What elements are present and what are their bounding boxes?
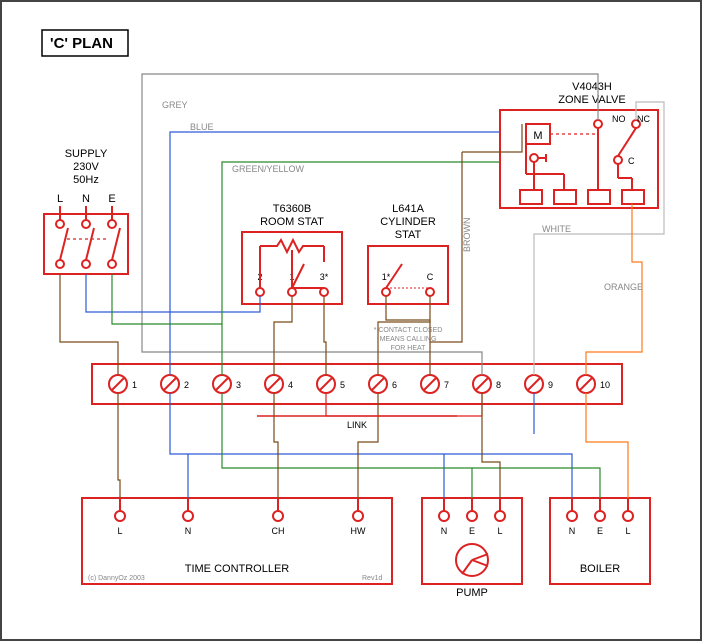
- svg-text:E: E: [597, 526, 603, 536]
- boiler-label: BOILER: [580, 563, 620, 575]
- cyl-stat-label1: CYLINDER: [380, 216, 436, 228]
- zone-valve-nc: NC: [637, 114, 650, 124]
- svg-text:C: C: [427, 272, 434, 282]
- zone-valve-c: C: [628, 156, 635, 166]
- svg-text:BLUE: BLUE: [190, 122, 214, 132]
- svg-text:9: 9: [548, 380, 553, 390]
- svg-text:L: L: [497, 526, 502, 536]
- zone-valve-model: V4043H: [572, 81, 612, 93]
- supply-l: L: [57, 193, 63, 205]
- svg-text:5: 5: [340, 380, 345, 390]
- supply-label: SUPPLY: [65, 148, 108, 160]
- page-title: 'C' PLAN: [50, 35, 113, 52]
- svg-text:N: N: [569, 526, 576, 536]
- svg-text:MEANS CALLING: MEANS CALLING: [380, 336, 437, 343]
- junction-strip: 1 2 3 4 5 6 7 8 9 10 LINK: [92, 364, 622, 430]
- supply-n: N: [82, 193, 90, 205]
- svg-text:1*: 1*: [382, 272, 391, 282]
- svg-text:WHITE: WHITE: [542, 224, 571, 234]
- svg-text:GREEN/YELLOW: GREEN/YELLOW: [232, 164, 305, 174]
- svg-text:N: N: [441, 526, 448, 536]
- room-stat-block: T6360B ROOM STAT 2 1 3*: [242, 203, 342, 304]
- svg-text:6: 6: [392, 380, 397, 390]
- svg-text:4: 4: [288, 380, 293, 390]
- room-stat-label: ROOM STAT: [260, 216, 324, 228]
- svg-text:L: L: [117, 526, 122, 536]
- svg-text:E: E: [469, 526, 475, 536]
- supply-voltage: 230V: [73, 161, 99, 173]
- wires: GREY BLUE GREEN/YELLOW: [60, 74, 664, 498]
- supply-block: SUPPLY 230V 50Hz L N E: [44, 148, 128, 274]
- zone-valve-block: V4043H ZONE VALVE M NO NC C: [500, 81, 658, 208]
- svg-text:* CONTACT CLOSED: * CONTACT CLOSED: [374, 327, 443, 334]
- pump-label: PUMP: [456, 587, 488, 599]
- cyl-stat-label2: STAT: [395, 229, 422, 241]
- svg-text:BROWN: BROWN: [462, 218, 472, 253]
- cyl-stat-block: L641A CYLINDER STAT 1* C * CONTACT CLOSE…: [368, 203, 448, 352]
- svg-text:L: L: [625, 526, 630, 536]
- pump-block: N E L PUMP: [422, 498, 522, 599]
- svg-text:CH: CH: [272, 526, 285, 536]
- svg-text:7: 7: [444, 380, 449, 390]
- svg-text:1: 1: [132, 380, 137, 390]
- svg-text:2: 2: [184, 380, 189, 390]
- svg-text:N: N: [185, 526, 192, 536]
- title-box: 'C' PLAN: [42, 30, 128, 56]
- wiring-diagram: 'C' PLAN SUPPLY 230V 50Hz L N E V4043H Z…: [2, 2, 700, 639]
- svg-text:(c) DannyOz 2003: (c) DannyOz 2003: [88, 575, 145, 582]
- time-controller-block: L N CH HW TIME CONTROLLER Rev1d (c) Dann…: [82, 498, 392, 584]
- supply-e: E: [108, 193, 115, 205]
- cyl-stat-model: L641A: [392, 203, 424, 215]
- svg-text:3: 3: [236, 380, 241, 390]
- zone-valve-no: NO: [612, 114, 626, 124]
- zone-valve-m: M: [533, 130, 542, 142]
- svg-text:GREY: GREY: [162, 100, 188, 110]
- svg-text:Rev1d: Rev1d: [362, 575, 382, 582]
- time-controller-label: TIME CONTROLLER: [185, 563, 290, 575]
- svg-text:10: 10: [600, 380, 610, 390]
- link-label: LINK: [347, 420, 367, 430]
- svg-text:3*: 3*: [320, 272, 329, 282]
- svg-text:ORANGE: ORANGE: [604, 282, 643, 292]
- svg-text:8: 8: [496, 380, 501, 390]
- room-stat-model: T6360B: [273, 203, 312, 215]
- boiler-block: N E L BOILER: [550, 498, 650, 584]
- supply-freq: 50Hz: [73, 174, 99, 186]
- zone-valve-label: ZONE VALVE: [558, 94, 625, 106]
- svg-text:FOR HEAT: FOR HEAT: [391, 345, 427, 352]
- svg-text:HW: HW: [351, 526, 366, 536]
